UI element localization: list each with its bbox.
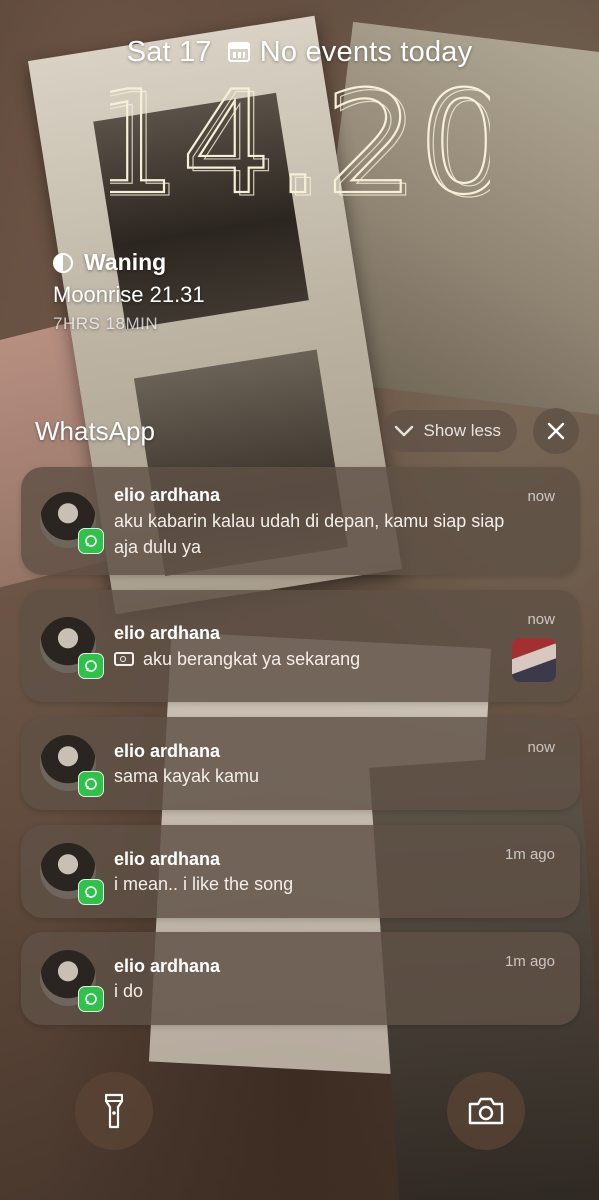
attachment-thumbnail xyxy=(512,638,556,682)
notification-message-row: aku berangkat ya sekarang xyxy=(114,646,520,672)
notification-time: now xyxy=(527,611,555,628)
notification-time: 1m ago xyxy=(504,846,555,863)
notification-group-header: WhatsApp Show less xyxy=(35,408,579,454)
whatsapp-icon xyxy=(78,528,104,554)
chevron-down-icon xyxy=(394,425,413,437)
waning-moon-icon xyxy=(53,252,73,273)
show-less-button[interactable]: Show less xyxy=(381,410,517,452)
whatsapp-icon xyxy=(78,879,104,905)
close-icon xyxy=(547,422,565,440)
flashlight-icon xyxy=(105,1093,123,1129)
notification-message: aku berangkat ya sekarang xyxy=(143,649,361,669)
moonrise-countdown: 7HRS 18MIN xyxy=(53,314,159,333)
show-less-label: Show less xyxy=(423,421,501,440)
lockscreen-clock[interactable]: 14.20 14.20 xyxy=(0,74,599,214)
moon-phase-label: Waning xyxy=(84,249,167,275)
notification-sender: elio ardhana xyxy=(114,623,221,643)
notification-card[interactable]: elio ardhana now sama kayak kamu xyxy=(21,717,580,810)
date-row: Sat 17 No events today xyxy=(0,36,599,69)
notification-sender: elio ardhana xyxy=(114,485,221,505)
moon-phase: Waning xyxy=(53,249,205,276)
events-label: No events today xyxy=(259,36,473,68)
flashlight-button[interactable] xyxy=(75,1072,153,1150)
notification-time: now xyxy=(527,488,555,505)
calendar-icon xyxy=(227,42,250,62)
camera-button[interactable] xyxy=(447,1072,525,1150)
whatsapp-icon xyxy=(78,986,104,1012)
clear-notifications-button[interactable] xyxy=(533,408,579,454)
date-label: Sat 17 xyxy=(126,36,212,68)
notification-sender: elio ardhana xyxy=(114,741,221,761)
notification-sender: elio ardhana xyxy=(114,956,221,976)
notification-card[interactable]: elio ardhana 1m ago i mean.. i like the … xyxy=(21,825,580,918)
notification-message: i mean.. i like the song xyxy=(114,874,294,894)
whatsapp-icon xyxy=(78,653,104,679)
moonrise-label: Moonrise 21.31 xyxy=(53,282,205,307)
notification-card[interactable]: elio ardhana 1m ago i do xyxy=(21,932,580,1025)
notification-group-app-name: WhatsApp xyxy=(35,416,155,446)
notification-card[interactable]: elio ardhana now aku kabarin kalau udah … xyxy=(21,467,580,575)
moon-phase-widget[interactable]: Waning Moonrise 21.31 7HRS 18MIN xyxy=(53,249,205,334)
notification-message: i do xyxy=(114,981,144,1001)
clock-time: 14.20 14.20 xyxy=(110,74,490,214)
notification-time: 1m ago xyxy=(504,953,555,970)
camera-icon xyxy=(114,652,134,666)
whatsapp-icon xyxy=(78,771,104,797)
notification-time: now xyxy=(527,739,555,756)
clock-text-outline: 14.20 xyxy=(110,74,490,214)
notification-sender: elio ardhana xyxy=(114,849,221,869)
notification-message: sama kayak kamu xyxy=(114,766,260,786)
notification-message: aku kabarin kalau udah di depan, kamu si… xyxy=(114,511,505,557)
camera-icon xyxy=(468,1097,504,1125)
notification-card[interactable]: elio ardhana now aku berangkat ya sekara… xyxy=(21,590,580,702)
